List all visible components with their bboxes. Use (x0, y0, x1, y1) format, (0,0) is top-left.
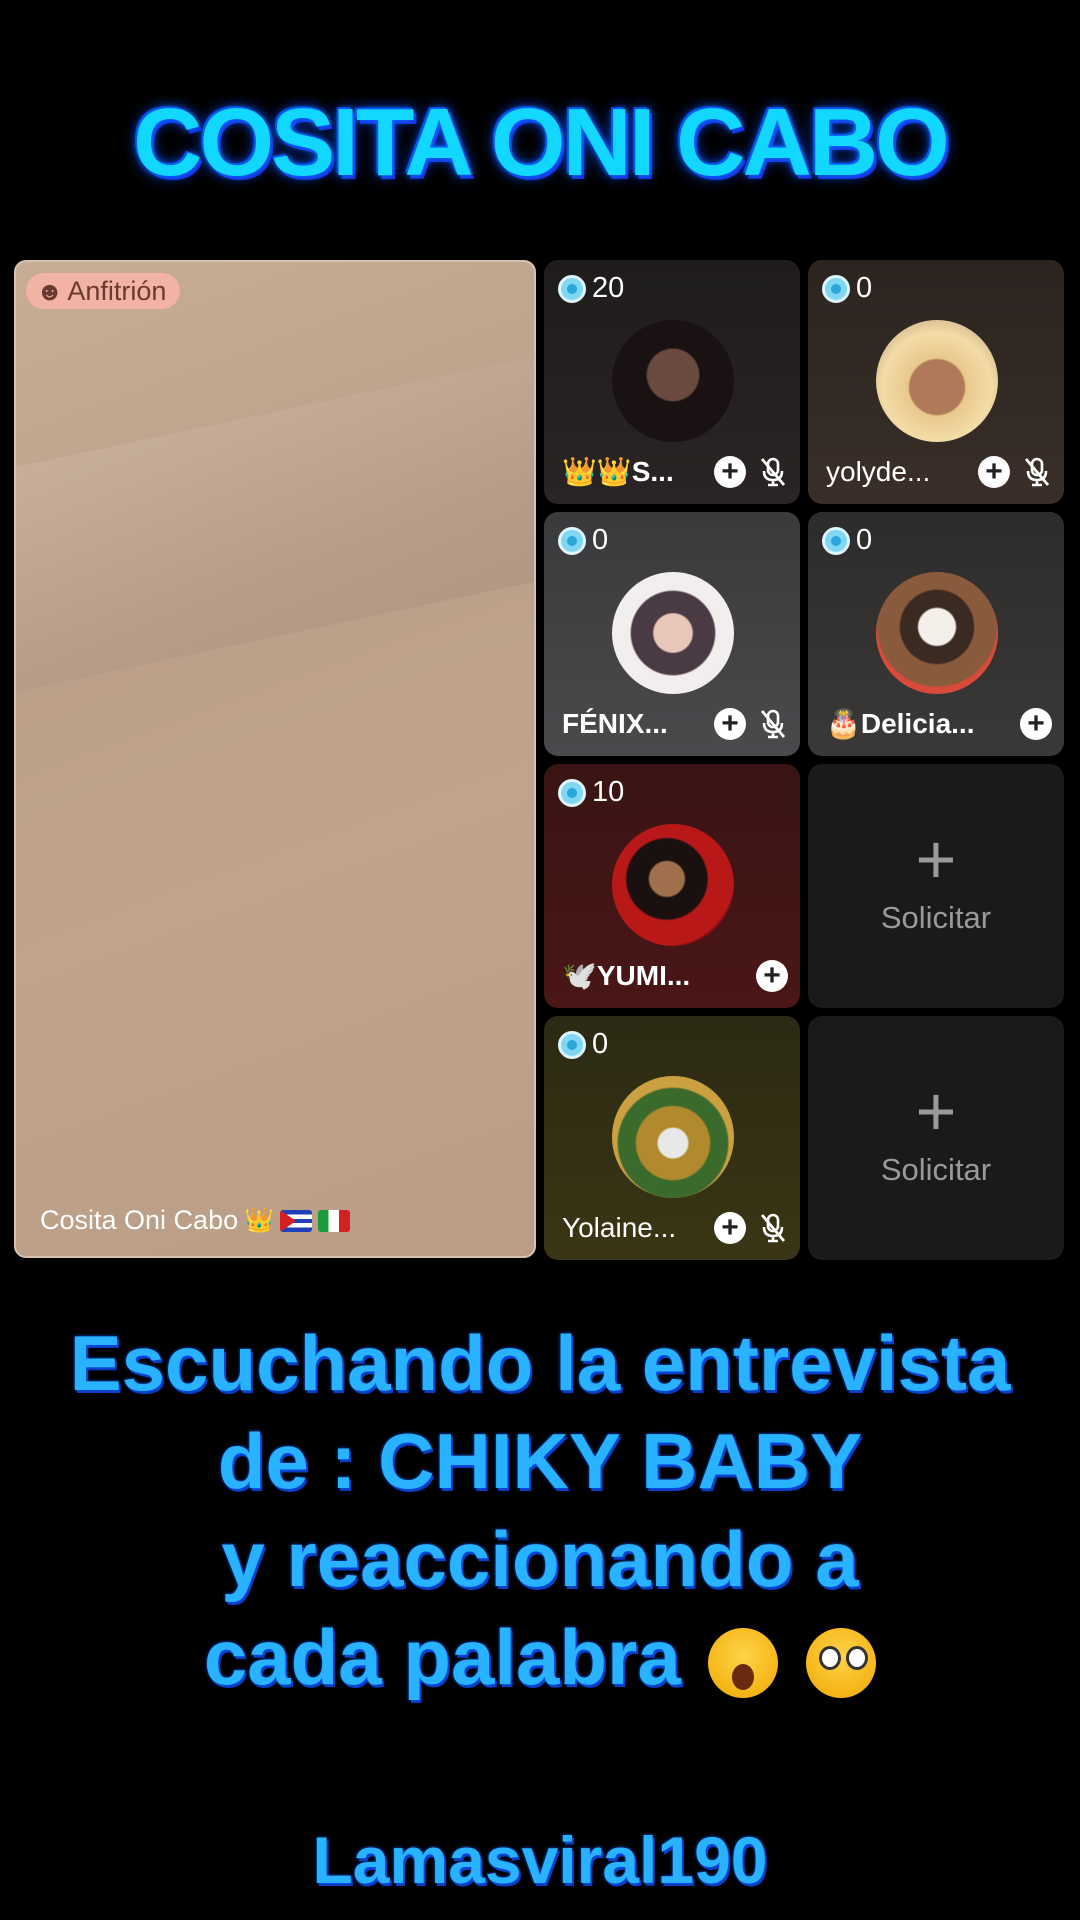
coin-icon (822, 526, 850, 555)
guest-name: yolyde... (826, 456, 931, 487)
video-title: COSITA ONI CABO (133, 89, 950, 196)
request-label: Solicitar (880, 900, 992, 935)
coin-count: 0 (592, 1028, 609, 1060)
guest-coins: 0 (558, 524, 608, 557)
guest-coins: 0 (558, 1028, 608, 1061)
caption-line-2: de : CHIKY BABY (217, 1417, 863, 1505)
guest-coins: 20 (558, 272, 624, 305)
muted-mic-icon (760, 709, 786, 739)
guest-coins: 0 (822, 272, 872, 305)
follow-button[interactable]: + (714, 708, 746, 740)
caption-line-4-row: cada palabra (0, 1612, 1080, 1703)
host-badge: ☻ Anfitrión (26, 273, 181, 309)
coin-count: 10 (592, 776, 625, 808)
coin-count: 0 (592, 524, 609, 556)
coin-count: 0 (856, 272, 873, 304)
guest-name: 🎂Delicia... (826, 708, 975, 739)
caption-line-4: cada palabra (203, 1613, 681, 1701)
host-name: Cosita Oni Cabo (40, 1205, 239, 1235)
guest-tile-3[interactable]: 0 FÉNIX... + (544, 512, 800, 756)
muted-mic-icon (760, 457, 786, 486)
coin-count: 0 (856, 524, 873, 556)
caption-line-3: y reaccionando a (221, 1515, 859, 1603)
coin-icon (558, 274, 586, 303)
plus-icon: + (915, 820, 957, 898)
guest-tile-5[interactable]: 10 🕊️YUMI... + (544, 764, 800, 1008)
cuba-flag-icon (280, 1209, 312, 1232)
crown-icon: 👑 (244, 1207, 274, 1234)
coin-icon (558, 778, 586, 807)
coin-icon (558, 526, 586, 555)
person-icon: ☻ (36, 275, 64, 306)
request-slot-2[interactable]: + Solicitar (808, 1016, 1064, 1260)
host-video-tile[interactable]: ☻ Anfitrión Cosita Oni Cabo 👑 (14, 260, 536, 1258)
request-label: Solicitar (880, 1152, 992, 1187)
avatar (612, 320, 734, 442)
host-video-background (16, 349, 534, 695)
flushed-face-icon (806, 1628, 877, 1699)
guest-coins: 0 (822, 524, 872, 557)
guest-tile-1[interactable]: 20 👑👑S... + (544, 260, 800, 504)
guest-name: 🕊️YUMI... (562, 960, 691, 991)
muted-mic-icon (760, 1213, 786, 1243)
request-slot-1[interactable]: + Solicitar (808, 764, 1064, 1008)
footer-handle: Lamasviral190 (312, 1823, 768, 1897)
guest-coins: 10 (558, 776, 624, 809)
guest-name: FÉNIX... (562, 708, 668, 739)
follow-button[interactable]: + (756, 959, 788, 992)
follow-button[interactable]: + (978, 456, 1010, 488)
follow-button[interactable]: + (714, 455, 746, 488)
avatar (876, 572, 998, 694)
muted-mic-icon (1024, 457, 1050, 487)
coin-icon (822, 274, 850, 303)
guest-name: 👑👑S... (562, 456, 674, 487)
avatar (876, 320, 998, 442)
follow-button[interactable]: + (714, 1212, 746, 1244)
guest-tile-4[interactable]: 0 🎂Delicia... + (808, 512, 1064, 756)
italy-flag-icon (318, 1209, 350, 1232)
follow-button[interactable]: + (1020, 707, 1052, 740)
guest-tile-2[interactable]: 0 yolyde... + (808, 260, 1064, 504)
screaming-face-icon (708, 1628, 779, 1699)
plus-icon: + (915, 1072, 957, 1150)
host-name-row: Cosita Oni Cabo 👑 (40, 1205, 350, 1236)
coin-count: 20 (592, 272, 625, 304)
avatar (612, 824, 734, 946)
caption-line-1: Escuchando la entrevista (69, 1319, 1011, 1407)
coin-icon (558, 1030, 586, 1059)
guest-name: Yolaine... (562, 1212, 677, 1243)
avatar (612, 572, 734, 694)
host-badge-label: Anfitrión (67, 275, 167, 306)
guest-tile-6[interactable]: 0 Yolaine... + (544, 1016, 800, 1260)
avatar (612, 1076, 734, 1198)
